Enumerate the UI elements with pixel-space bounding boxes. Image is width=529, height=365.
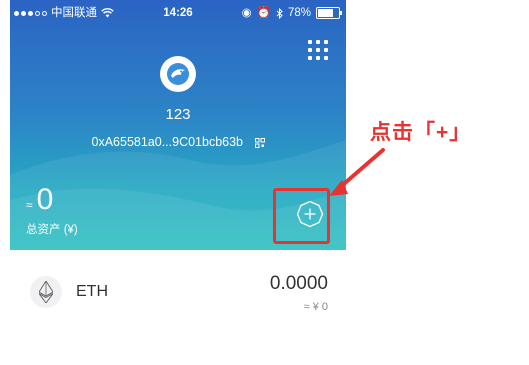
total-assets-value: 0 <box>36 183 54 216</box>
wallet-screen: 中国联通 14:26 ◉ ⏰ 78% 123 0xA65581a0...9C01… <box>10 0 346 365</box>
battery-percent: 78% <box>287 7 311 19</box>
total-assets-label: 总资产 (¥) <box>26 224 78 236</box>
total-assets: ≈ 0 <box>26 183 53 217</box>
wallet-name: 123 <box>165 106 191 123</box>
grid-menu-icon[interactable] <box>308 40 328 60</box>
token-symbol: ETH <box>76 283 108 300</box>
battery-icon <box>316 7 342 19</box>
token-row-eth[interactable]: ETH 0.0000 ≈ ¥ 0 <box>10 258 346 330</box>
alarm-icon: ⏰ <box>256 7 271 19</box>
token-fiat-value: ≈ ¥ 0 <box>303 301 328 313</box>
qr-code-icon[interactable] <box>254 137 265 148</box>
bluetooth-icon <box>276 7 283 19</box>
wallet-address-row[interactable]: 0xA65581a0...9C01bcb63b <box>10 135 346 149</box>
highlight-box <box>273 188 330 244</box>
annotation-text: 点击「+」 <box>370 121 472 144</box>
ethereum-icon <box>30 276 62 308</box>
wallet-avatar[interactable] <box>160 56 196 92</box>
approx-symbol: ≈ <box>26 198 33 212</box>
token-balance: 0.0000 <box>269 273 328 294</box>
status-bar: 中国联通 14:26 ◉ ⏰ 78% <box>10 0 346 26</box>
bird-avatar-icon <box>167 63 189 85</box>
location-icon: ◉ <box>241 7 252 19</box>
wallet-address: 0xA65581a0...9C01bcb63b <box>91 135 244 149</box>
